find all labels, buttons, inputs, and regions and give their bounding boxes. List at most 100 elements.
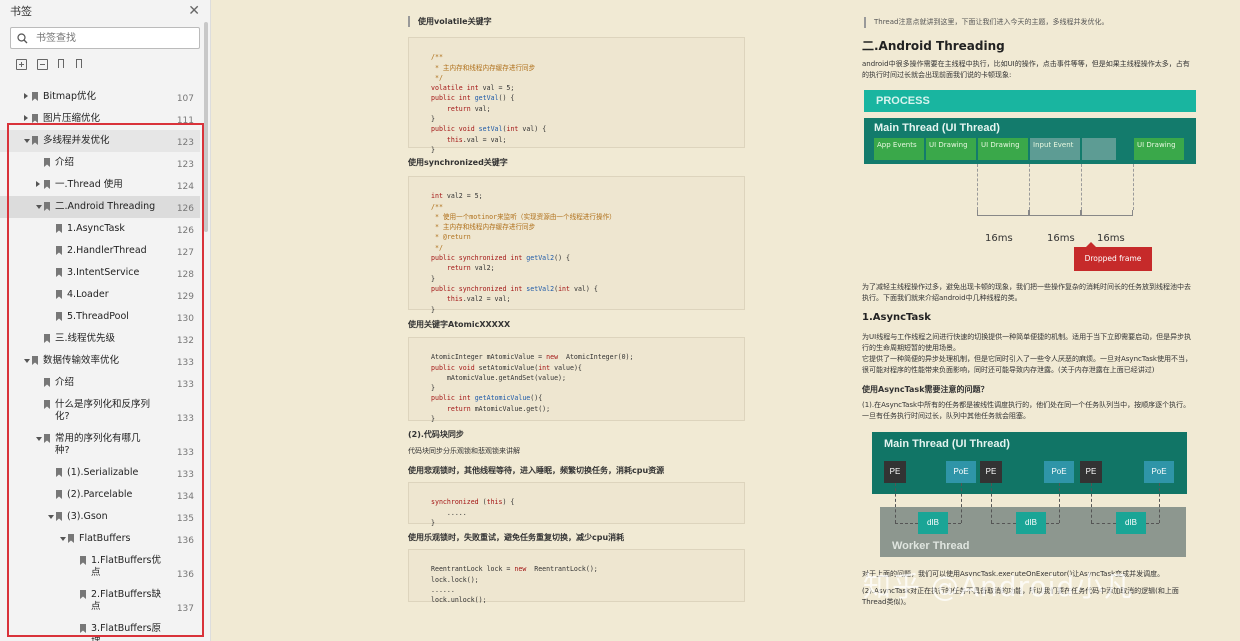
- bookmark-item[interactable]: 介绍 123: [0, 152, 200, 174]
- pe-cell: PE: [980, 461, 1002, 483]
- heading-atomic: 使用关键字AtomicXXXXX: [408, 320, 511, 329]
- event-block: Input Event: [1030, 138, 1080, 160]
- bookmark-item[interactable]: 5.ThreadPool 130: [0, 306, 200, 328]
- bookmark-item[interactable]: 数据传输效率优化 133: [0, 350, 200, 372]
- collapse-arrow-icon[interactable]: [24, 359, 30, 363]
- bookmark-icon[interactable]: [76, 59, 84, 70]
- bookmark-item[interactable]: 1.FlatBuffers优点 136: [0, 550, 200, 584]
- bookmark-item[interactable]: 1.AsyncTask 126: [0, 218, 200, 240]
- event-block: UI Drawing: [978, 138, 1028, 160]
- bookmark-item[interactable]: 4.Loader 129: [0, 284, 200, 306]
- collapse-arrow-icon[interactable]: [60, 537, 66, 541]
- close-icon[interactable]: ✕: [188, 3, 200, 19]
- watermark: 知乎 @Android小凡: [863, 570, 1134, 603]
- heading-optimistic-lock: 使用乐观锁时，失败重试，避免任务重复切换，减少cpu消耗: [408, 533, 625, 542]
- dib-cell: dIB: [1116, 512, 1146, 534]
- bookmark-icon: [32, 114, 38, 123]
- bookmark-icon: [44, 378, 50, 387]
- bookmark-item[interactable]: 图片压缩优化 111: [0, 108, 200, 130]
- bookmark-icon: [32, 356, 38, 365]
- collapse-arrow-icon[interactable]: [48, 515, 54, 519]
- bookmark-search-box[interactable]: [10, 27, 200, 49]
- heading-volatile: 使用volatile关键字: [408, 16, 492, 27]
- collapse-all-icon[interactable]: [37, 59, 48, 70]
- bookmark-icon: [56, 246, 62, 255]
- expand-arrow-icon[interactable]: [24, 93, 28, 99]
- collapse-arrow-icon[interactable]: [36, 205, 42, 209]
- bookmark-icon: [68, 534, 74, 543]
- add-bookmark-icon[interactable]: [58, 59, 66, 70]
- section-title: 二.Android Threading: [862, 39, 1005, 53]
- poe-cell: PoE: [1044, 461, 1074, 483]
- heading-pessimistic-lock: 使用悲观锁时，其他线程等待，进入睡眠，频繁切换任务，消耗cpu资源: [408, 466, 665, 475]
- dib-cell: dIB: [1016, 512, 1046, 534]
- frame-tick: [977, 164, 979, 210]
- heading-asynctask-issues: 使用AsyncTask需要注意的问题？: [862, 385, 989, 394]
- bookmark-item[interactable]: (1).Serializable 133: [0, 462, 200, 484]
- code-block-synchronized: int val2 = 5; /** * 使用一个motinor来监听（实现资源由…: [408, 176, 745, 314]
- expand-arrow-icon[interactable]: [36, 181, 40, 187]
- main-thread-label: Main Thread (UI Thread): [874, 122, 1000, 134]
- code-block-optimistic: ReentrantLock lock = new ReentrantLock()…: [408, 549, 745, 604]
- bookmark-item[interactable]: 3.FlatBuffers原理: [0, 618, 200, 641]
- flow-line: [1091, 483, 1092, 523]
- bookmark-icon: [32, 92, 38, 101]
- bookmark-item[interactable]: 什么是序列化和反序列化? 133: [0, 394, 200, 428]
- paragraph-locks: 代码块同步分乐观锁和悲观锁来讲解: [408, 447, 520, 455]
- frame-brace: [977, 210, 1029, 216]
- bookmark-item-selected[interactable]: 二.Android Threading 126: [0, 196, 200, 218]
- main-thread-bar: Main Thread (UI Thread): [872, 432, 1187, 494]
- bookmark-search-input[interactable]: [34, 31, 178, 45]
- document-view[interactable]: 使用volatile关键字 /** * 主内存和线程内存缓存进行同步 */ vo…: [211, 0, 1240, 641]
- expand-all-icon[interactable]: [16, 59, 27, 70]
- code-block-pessimistic: synchronized (this) { ..... }: [408, 482, 745, 527]
- sidebar-scrollbar[interactable]: [204, 22, 208, 232]
- search-icon: [17, 32, 28, 43]
- frame-tick: [1081, 164, 1083, 210]
- bookmark-icon: [44, 158, 50, 167]
- bookmark-item[interactable]: 2.FlatBuffers缺点 137: [0, 584, 200, 618]
- frame-brace: [1081, 210, 1133, 216]
- bookmark-icon: [56, 290, 62, 299]
- bookmark-item[interactable]: FlatBuffers 136: [0, 528, 200, 550]
- flow-line: [991, 483, 992, 523]
- frame-brace: [1029, 210, 1081, 216]
- event-block: App Events: [874, 138, 924, 160]
- bookmark-icon: [56, 490, 62, 499]
- bookmark-item[interactable]: 3.IntentService 128: [0, 262, 200, 284]
- bookmark-icon: [44, 202, 50, 211]
- flow-line: [895, 523, 918, 524]
- poe-cell: PoE: [946, 461, 976, 483]
- main-thread-bar: Main Thread (UI Thread) App Events UI Dr…: [864, 118, 1196, 164]
- poe-cell: PoE: [1144, 461, 1174, 483]
- expand-arrow-icon[interactable]: [24, 115, 28, 121]
- code-block-volatile: /** * 主内存和线程内存缓存进行同步 */ volatile int val…: [408, 37, 745, 154]
- flow-line: [1159, 483, 1160, 523]
- bookmark-item[interactable]: 常用的序列化有哪几种? 133: [0, 428, 200, 462]
- bookmark-toolbar: [0, 49, 210, 79]
- bookmark-item[interactable]: (2).Parcelable 134: [0, 484, 200, 506]
- bookmark-icon: [44, 180, 50, 189]
- frame-tick: [1029, 164, 1031, 210]
- bookmark-item[interactable]: 介绍 133: [0, 372, 200, 394]
- bookmark-item[interactable]: 一.Thread 使用 124: [0, 174, 200, 196]
- frame-tick: [1133, 164, 1135, 210]
- flow-line: [1046, 523, 1059, 524]
- bookmark-icon: [80, 590, 86, 599]
- bookmark-icon: [44, 434, 50, 443]
- ui-thread-diagram: PROCESS Main Thread (UI Thread) App Even…: [864, 90, 1196, 275]
- bookmark-item[interactable]: 2.HandlerThread 127: [0, 240, 200, 262]
- main-thread-label: Main Thread (UI Thread): [884, 438, 1010, 450]
- collapse-arrow-icon[interactable]: [24, 139, 30, 143]
- bookmark-item[interactable]: 三.线程优先级 132: [0, 328, 200, 350]
- worker-thread-label: Worker Thread: [892, 540, 970, 552]
- process-label: PROCESS: [864, 90, 1196, 112]
- bookmark-icon: [80, 556, 86, 565]
- bookmark-item[interactable]: Bitmap优化 107: [0, 86, 200, 108]
- bookmark-item[interactable]: 多线程并发优化 123: [0, 130, 200, 152]
- dib-cell: dIB: [918, 512, 948, 534]
- bookmark-item[interactable]: (3).Gson 135: [0, 506, 200, 528]
- heading-code-block-sync: (2).代码块同步: [408, 430, 464, 439]
- asynctask-diagram: Main Thread (UI Thread) Worker Thread PE…: [872, 432, 1187, 557]
- collapse-arrow-icon[interactable]: [36, 437, 42, 441]
